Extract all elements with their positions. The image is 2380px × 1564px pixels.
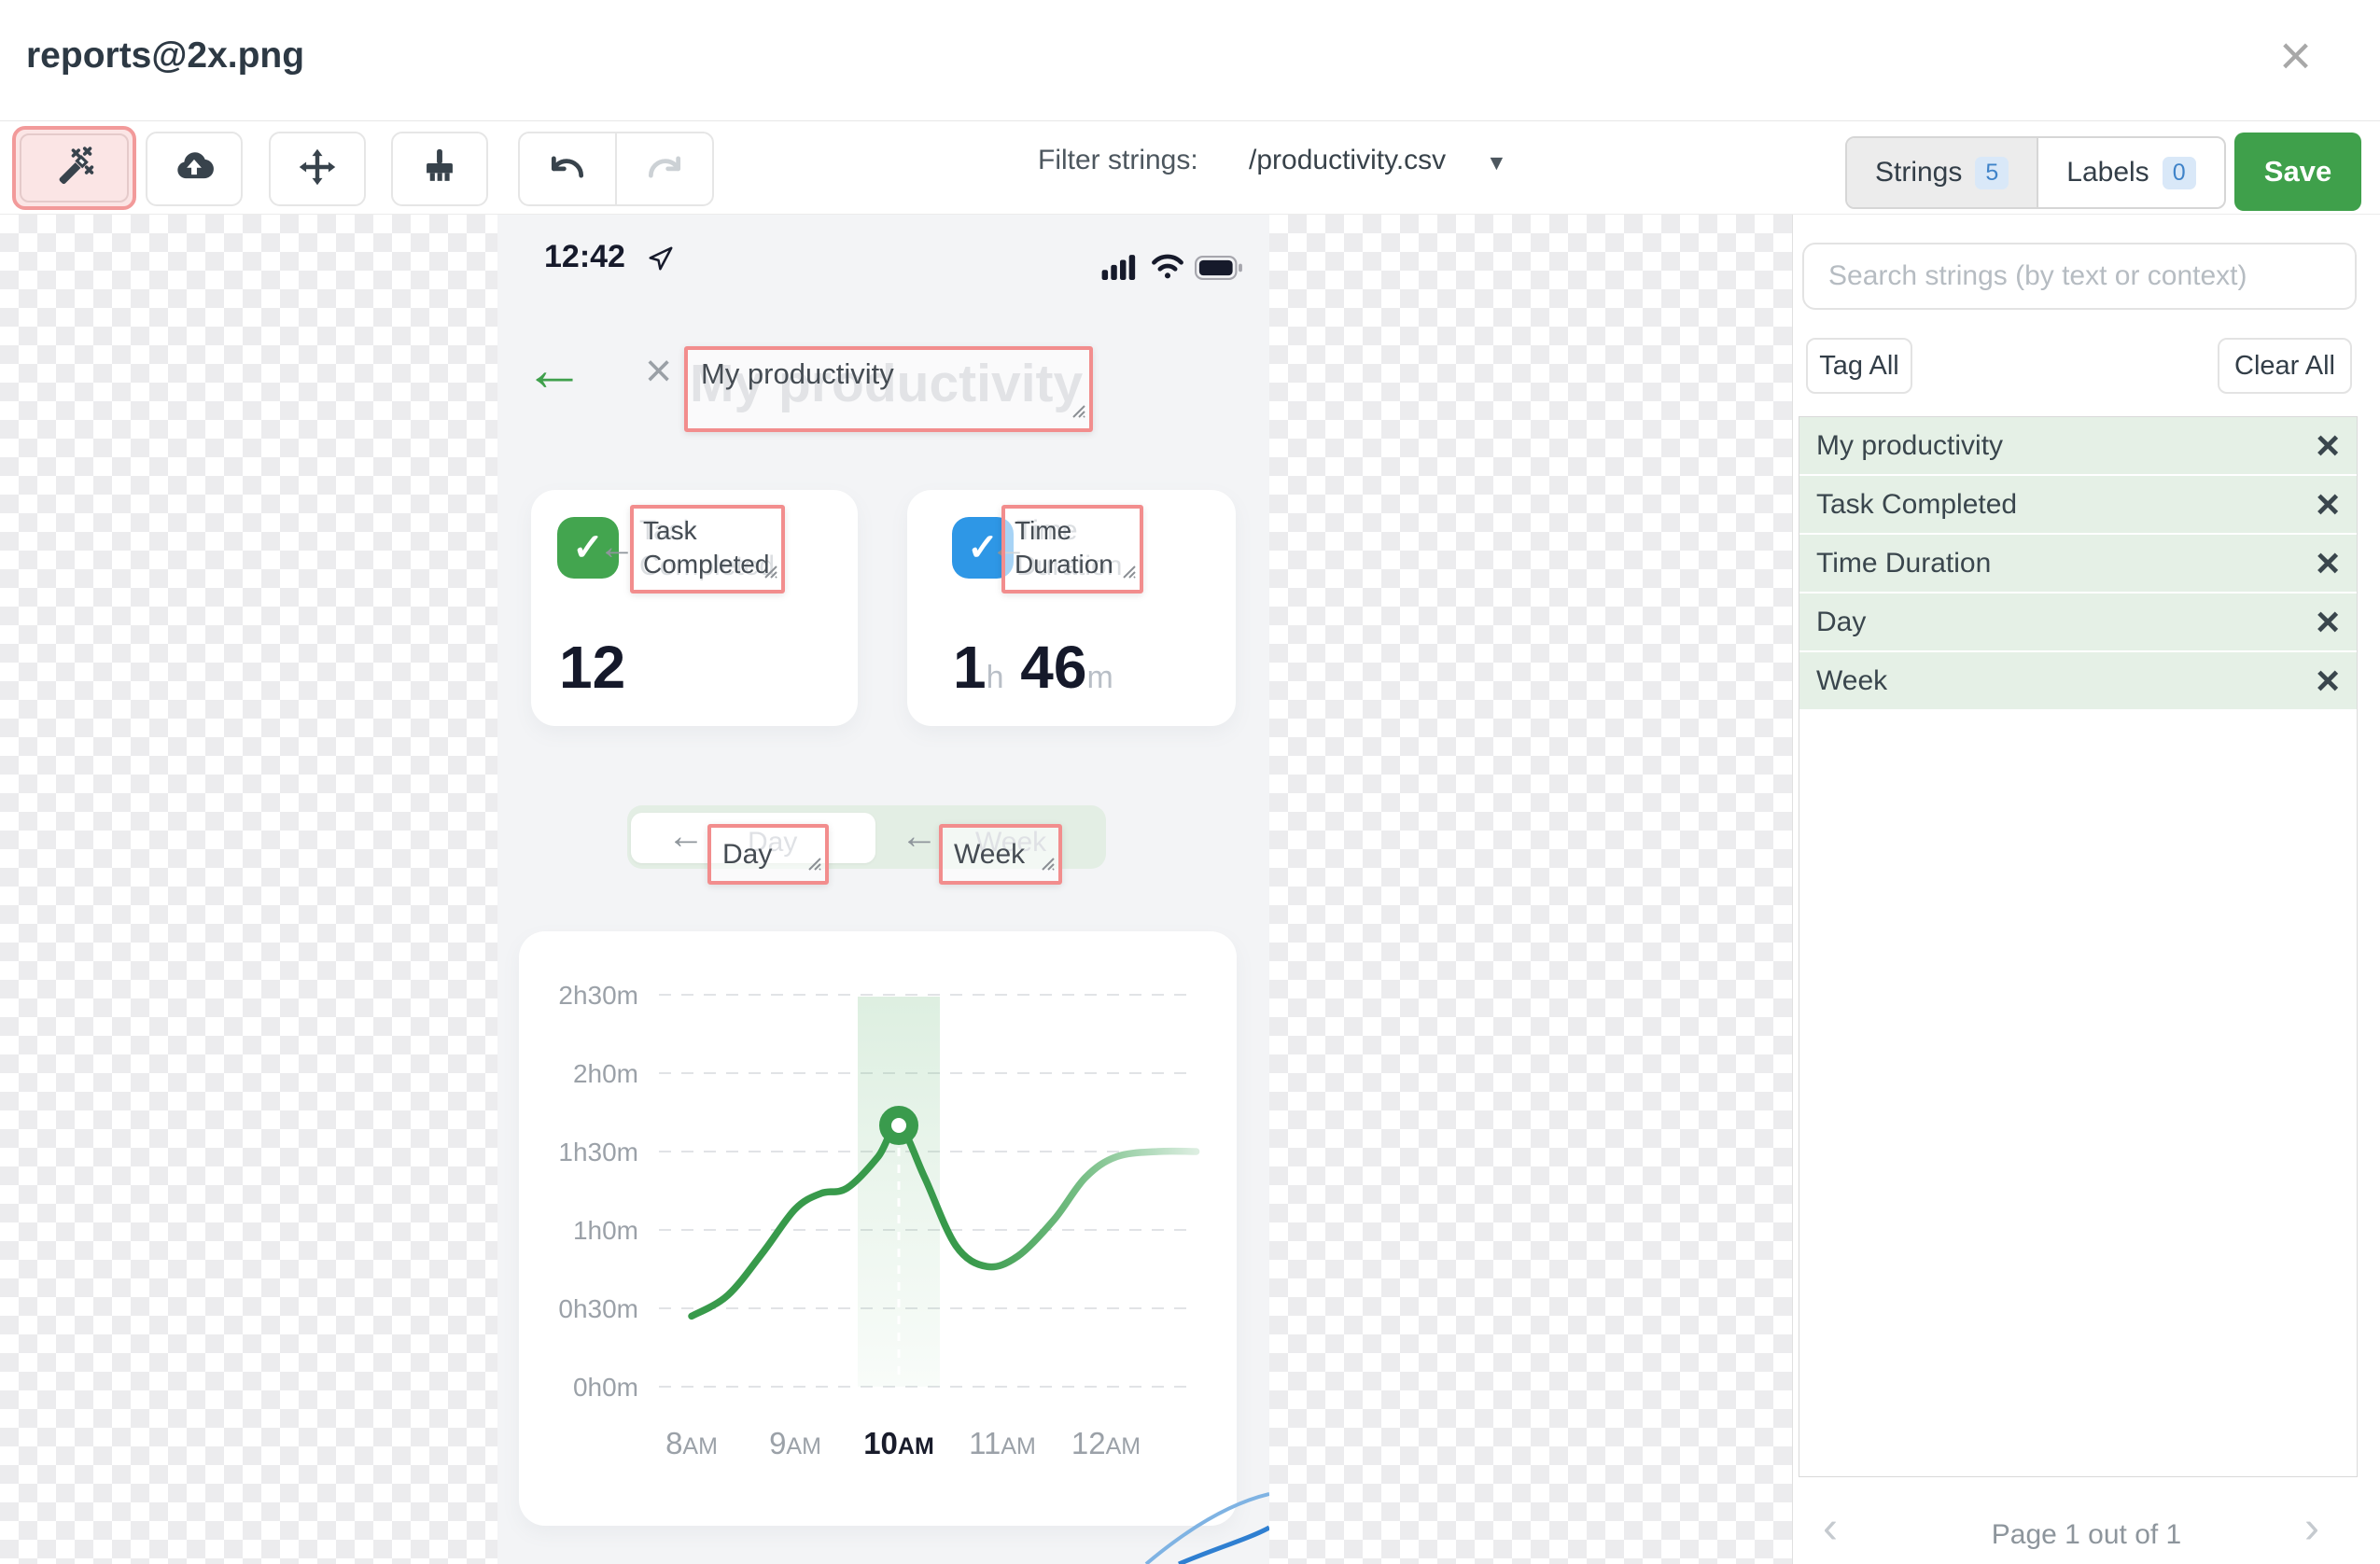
remove-string-icon[interactable]: × [2316, 542, 2340, 584]
search-input[interactable] [1802, 243, 2357, 310]
strings-labels-tabs: Strings 5 Labels 0 [1845, 136, 2226, 209]
string-list-item[interactable]: Week × [1799, 652, 2357, 709]
tab-labels[interactable]: Labels 0 [2038, 138, 2223, 207]
remove-heading-tag-icon[interactable]: × [645, 347, 672, 394]
strings-count-badge: 5 [1975, 156, 2009, 189]
redo-button[interactable] [617, 133, 712, 204]
minutes-unit: m [1086, 660, 1113, 695]
tag-text: My productivity [701, 357, 894, 390]
undo-redo-group [518, 132, 714, 206]
brush-icon [419, 147, 460, 192]
y-axis-tick: 0h0m [573, 1373, 638, 1402]
back-arrow-icon[interactable]: ← [524, 338, 585, 399]
brush-tool-button[interactable] [391, 132, 488, 206]
productivity-line-chart: 2h30m 2h0m 1h30m 1h0m 0h30m 0h0m 8AM 9AM 10AM 11A… [558, 981, 1200, 1460]
minutes-value: 46 [1020, 634, 1087, 701]
labels-count-badge: 0 [2162, 156, 2196, 189]
tag-anchor-arrow-icon: ← [901, 816, 938, 857]
tag-text: Task Completed [643, 516, 770, 580]
chevron-down-icon[interactable]: ▼ [1486, 150, 1507, 175]
tag-text: Day [722, 838, 773, 870]
cellular-signal-icon [1100, 254, 1140, 285]
resize-handle-icon[interactable] [762, 554, 778, 588]
y-axis-tick: 1h30m [558, 1138, 638, 1166]
string-text: Day [1816, 606, 1867, 637]
strings-sidebar: Tag All Clear All My productivity×Task C… [1792, 215, 2380, 1564]
string-tag-time-duration[interactable]: Time Duration [1001, 505, 1143, 593]
move-icon [297, 147, 338, 192]
string-tag-task-completed[interactable]: Task Completed [630, 505, 785, 593]
status-bar-time: 12:42 [544, 239, 625, 274]
string-text: Week [1816, 664, 1888, 696]
wifi-icon [1149, 254, 1186, 285]
string-list: My productivity × Task Completed × Time Dura… [1799, 416, 2358, 1477]
x-axis-tick: 11AM [969, 1426, 1036, 1460]
modal-header: reports@2x.png × [0, 0, 2380, 121]
string-list-item[interactable]: My productivity × [1799, 417, 2357, 474]
clear-all-button[interactable]: Clear All [2218, 338, 2352, 394]
x-axis-tick: 12AM [1071, 1426, 1141, 1460]
string-text: My productivity [1816, 429, 2004, 461]
productivity-chart-card: 2h30m 2h0m 1h30m 1h0m 0h30m 0h0m 8AM 9AM 10AM 11A… [519, 931, 1237, 1526]
save-button[interactable]: Save [2234, 133, 2361, 211]
string-list-item[interactable]: Task Completed × [1799, 476, 2357, 533]
y-axis-tick: 0h30m [558, 1294, 638, 1323]
undo-button[interactable] [520, 133, 617, 204]
tasks-completed-value: 12 [559, 634, 626, 701]
cloud-upload-icon [174, 147, 215, 192]
magic-tag-tool-button[interactable] [12, 126, 136, 210]
pagination-text: Page 1 out of 1 [1991, 1519, 2182, 1550]
remove-string-icon[interactable]: × [2316, 660, 2340, 702]
hours-unit: h [986, 660, 1004, 695]
string-tag-day[interactable]: Day [707, 824, 829, 885]
resize-handle-icon[interactable] [1120, 554, 1137, 588]
remove-string-icon[interactable]: × [2316, 425, 2340, 467]
x-axis-tick: 10AM [863, 1426, 934, 1460]
upload-button[interactable] [146, 132, 243, 206]
remove-string-icon[interactable]: × [2316, 483, 2340, 525]
x-axis-tick: 8AM [665, 1426, 718, 1460]
y-axis-tick: 1h0m [573, 1216, 638, 1245]
time-duration-value: 1h 46m [953, 633, 1113, 702]
battery-icon [1194, 256, 1244, 285]
bottom-chart-decoration [1141, 1487, 1269, 1564]
tag-text: Time Duration [1015, 516, 1113, 580]
string-text: Task Completed [1816, 488, 2018, 520]
filter-strings-label: Filter strings: [1038, 145, 1198, 175]
tag-text: Week [954, 838, 1026, 870]
selected-point-marker [879, 1106, 918, 1145]
filter-file-dropdown[interactable]: /productivity.csv [1249, 145, 1446, 176]
y-axis-tick: 2h0m [573, 1059, 638, 1088]
time-series-line [688, 1122, 1200, 1320]
canvas-area: 12:42 ← × My productivity ✓ ✓ ← Task Com… [0, 215, 2380, 1564]
tab-labels-label: Labels [2066, 157, 2149, 188]
remove-string-icon[interactable]: × [2316, 601, 2340, 643]
close-icon[interactable]: × [2279, 28, 2312, 84]
resize-handle-icon[interactable] [1070, 393, 1086, 426]
file-title: reports@2x.png [26, 35, 305, 76]
tab-strings-label: Strings [1875, 157, 1963, 188]
resize-handle-icon[interactable] [1039, 847, 1056, 879]
tag-all-button[interactable]: Tag All [1806, 338, 1912, 394]
tab-strings[interactable]: Strings 5 [1847, 138, 2039, 207]
string-tag-my-productivity[interactable]: My productivity [684, 346, 1093, 432]
x-axis-tick: 9AM [769, 1426, 821, 1460]
magic-tag-tool-inner-border [20, 133, 129, 202]
string-text: Time Duration [1816, 547, 1992, 579]
toolbar: Filter strings: /productivity.csv ▼ Stri… [0, 121, 2380, 215]
move-tool-button[interactable] [269, 132, 366, 206]
hours-value: 1 [953, 634, 987, 701]
location-arrow-icon [647, 244, 675, 277]
resize-handle-icon[interactable] [805, 847, 822, 879]
tag-anchor-arrow-icon: ← [667, 816, 705, 857]
redo-icon [644, 147, 685, 192]
undo-icon [547, 147, 588, 192]
string-list-item[interactable]: Time Duration × [1799, 535, 2357, 592]
screenshot-editor-window: reports@2x.png × Filter strings: /produc… [0, 0, 2380, 1564]
phone-screenshot: 12:42 ← × My productivity ✓ ✓ ← Task Com… [497, 215, 1269, 1564]
string-tag-week[interactable]: Week [939, 824, 1062, 885]
string-list-item[interactable]: Day × [1799, 593, 2357, 650]
y-axis-tick: 2h30m [558, 981, 638, 1010]
